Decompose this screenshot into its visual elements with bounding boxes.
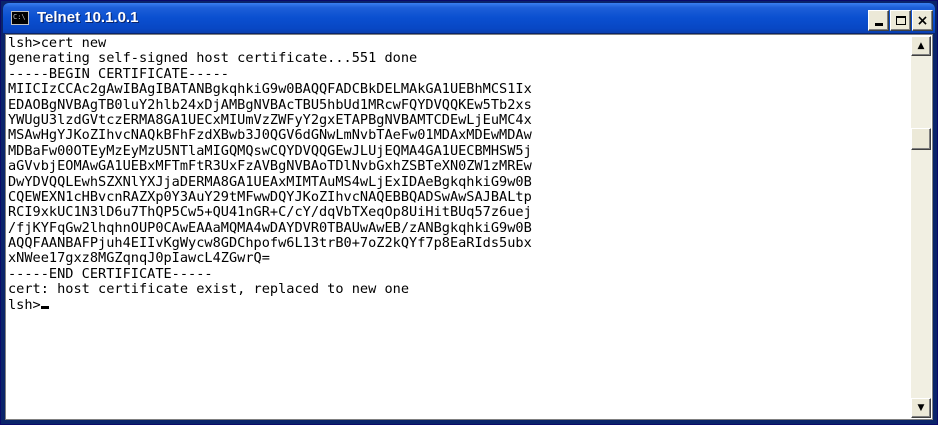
scroll-down-arrow-icon: ▼ <box>917 403 925 413</box>
vertical-scrollbar[interactable]: ▲ ▼ <box>911 36 931 418</box>
terminal-line: MIICIzCCAc2gAwIBAgIBATANBgkqhkiG9w0BAQQF… <box>8 81 532 98</box>
console-icon[interactable]: C:\ <box>11 11 29 25</box>
terminal-prompt: lsh> <box>8 296 41 313</box>
scroll-up-arrow-icon: ▲ <box>917 41 925 51</box>
console-client-area[interactable]: lsh>cert new generating self-signed host … <box>5 34 933 420</box>
terminal-line: generating self-signed host certificate.… <box>8 50 418 67</box>
title-bar[interactable]: C:\ Telnet 10.1.0.1 × <box>3 3 935 33</box>
scroll-thumb[interactable] <box>911 128 931 150</box>
window-title: Telnet 10.1.0.1 <box>37 9 139 26</box>
scroll-down-button[interactable]: ▼ <box>911 398 931 418</box>
maximize-icon <box>895 16 906 25</box>
terminal-line: -----END CERTIFICATE----- <box>8 265 213 282</box>
scroll-up-button[interactable]: ▲ <box>911 36 931 56</box>
minimize-button[interactable] <box>868 10 889 31</box>
terminal-prompt-line[interactable]: lsh> <box>8 296 910 313</box>
terminal-line: MSAwHgYJKoZIhvcNAQkBFhFzdXBwb3J0QGV6dGNw… <box>8 127 532 144</box>
terminal-line: AQQFAANBAFPjuh4EIIvKgWycw8GDChpofw6L13tr… <box>8 235 532 252</box>
telnet-window: C:\ Telnet 10.1.0.1 × lsh>cert new genera… <box>0 0 938 425</box>
minimize-icon <box>874 23 883 26</box>
text-cursor <box>40 305 49 309</box>
close-button[interactable]: × <box>912 10 933 31</box>
console-icon-text: C:\ <box>13 13 26 21</box>
terminal-line: /fjKYFqGw2lhqhnOUP0CAwEAAaMQMA4wDAYDVR0T… <box>8 219 532 236</box>
terminal-line: xNWee17gxz8MGZqnqJ0pIawcL4ZGwrQ= <box>8 250 270 267</box>
terminal-output[interactable]: lsh>cert new generating self-signed host … <box>8 36 910 418</box>
close-icon: × <box>916 12 929 29</box>
terminal-line: DwYDVQQLEwhSZXNlYXJjaDERMA8GA1UEAxMIMTAu… <box>8 173 532 190</box>
terminal-line: EDAOBgNVBAgTB0luY2hlb24xDjAMBgNVBAcTBU5h… <box>8 96 532 113</box>
maximize-button[interactable] <box>890 10 911 31</box>
terminal-line: lsh>cert new <box>8 36 107 51</box>
terminal-line: -----BEGIN CERTIFICATE----- <box>8 65 229 82</box>
terminal-line: aGVvbjEOMAwGA1UEBxMFTmFtR3UxFzAVBgNVBAoT… <box>8 158 532 175</box>
terminal-line: RCI9xkUC1N3lD6u7ThQP5Cw5+QU41nGR+C/cY/dq… <box>8 204 532 221</box>
terminal-line: MDBaFw00OTEyMzEyMzU5NTlaMIGQMQswCQYDVQQG… <box>8 142 532 159</box>
terminal-line: YWUgU3lzdGVtczERMA8GA1UECxMIUmVzZWFyY2gx… <box>8 111 532 128</box>
terminal-line: CQEWEXN1cHBvcnRAZXp0Y3AuY29tMFwwDQYJKoZI… <box>8 188 532 205</box>
terminal-line: cert: host certificate exist, replaced t… <box>8 281 410 298</box>
